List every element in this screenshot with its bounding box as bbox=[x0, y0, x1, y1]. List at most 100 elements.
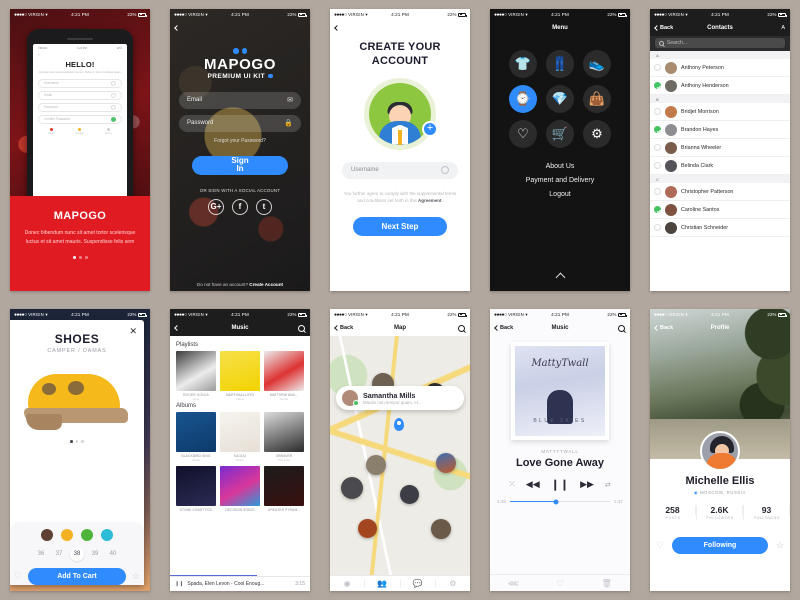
back-button[interactable] bbox=[174, 25, 180, 31]
following-button[interactable]: Following bbox=[672, 537, 768, 554]
next-icon[interactable]: ▶▶ bbox=[580, 479, 594, 490]
progress-slider[interactable] bbox=[509, 499, 611, 504]
select-checkbox[interactable] bbox=[654, 188, 661, 195]
bag-icon[interactable]: 👜 bbox=[583, 85, 611, 113]
table-row[interactable]: Caroline Santos bbox=[650, 201, 790, 219]
select-checkbox[interactable] bbox=[654, 206, 661, 213]
gear-icon[interactable]: ⚙ bbox=[436, 579, 470, 588]
stat-posts[interactable]: 258 POSTS bbox=[650, 505, 697, 520]
share-icon[interactable]: ⋘ bbox=[490, 579, 537, 588]
back-button[interactable]: Back bbox=[654, 25, 673, 31]
heart-icon[interactable]: ♡ bbox=[14, 571, 22, 582]
size-option-37[interactable]: 37 bbox=[52, 547, 66, 561]
google-plus-icon[interactable]: G+ bbox=[208, 198, 224, 215]
map-photo-bubble[interactable] bbox=[341, 476, 364, 499]
menu-link-payment-delivery[interactable]: Payment and Delivery bbox=[490, 177, 630, 184]
back-button[interactable] bbox=[334, 25, 340, 31]
size-option-38[interactable]: 38 bbox=[70, 547, 84, 561]
table-row[interactable]: Brianna Wheeler bbox=[650, 139, 790, 157]
star-icon[interactable]: ☆ bbox=[132, 571, 140, 582]
table-row[interactable]: Anthony Henderson bbox=[650, 77, 790, 95]
size-option-36[interactable]: 36 bbox=[34, 547, 48, 561]
list-item[interactable]: ROGER GOULA Ame bbox=[176, 351, 216, 401]
close-icon[interactable]: ✕ bbox=[129, 327, 137, 336]
list-item[interactable]: STONE COAST FOX bbox=[176, 466, 216, 512]
create-account-link[interactable]: Create Account bbox=[249, 282, 283, 287]
cart-icon[interactable]: 🛒 bbox=[546, 120, 574, 148]
trash-icon[interactable]: 🗑 bbox=[583, 579, 630, 588]
map-photo-bubble[interactable] bbox=[358, 519, 377, 539]
table-row[interactable]: Brandon Hayes bbox=[650, 121, 790, 139]
collapse-menu-button[interactable] bbox=[490, 272, 630, 283]
menu-link-about-us[interactable]: About Us bbox=[490, 163, 630, 170]
now-playing-bar[interactable]: ❙❙ Spada, Elen Levon - Cool Enoug... 3:1… bbox=[170, 576, 310, 591]
select-checkbox[interactable] bbox=[654, 224, 661, 231]
table-row[interactable]: Christopher Patterson bbox=[650, 183, 790, 201]
sign-in-button[interactable]: Sign In bbox=[192, 155, 288, 175]
color-swatch-yellow[interactable] bbox=[61, 529, 73, 541]
back-button[interactable]: Back bbox=[494, 325, 513, 331]
facebook-icon[interactable]: f bbox=[232, 198, 248, 215]
chat-icon[interactable]: 💬 bbox=[401, 579, 436, 588]
select-checkbox[interactable] bbox=[654, 126, 661, 133]
map-pin-icon[interactable] bbox=[394, 418, 405, 432]
select-checkbox[interactable] bbox=[654, 82, 661, 89]
mockup-back-icon[interactable]: ‹ bbox=[38, 52, 122, 57]
stat-following[interactable]: 93 FOLLOWING bbox=[744, 505, 790, 520]
map-user-card[interactable]: Samantha Mills Mauris non tempor quam, e… bbox=[336, 386, 464, 411]
table-row[interactable]: Bridjet Morrison bbox=[650, 103, 790, 121]
watch-icon[interactable]: ⌚ bbox=[509, 85, 537, 113]
twitter-icon[interactable]: t bbox=[256, 198, 272, 215]
select-checkbox[interactable] bbox=[654, 108, 661, 115]
table-row[interactable]: Christian Schneider bbox=[650, 219, 790, 237]
heart-icon[interactable]: ♡ bbox=[656, 540, 664, 551]
previous-icon[interactable]: ◀◀ bbox=[526, 479, 540, 490]
search-bar[interactable]: Search... bbox=[650, 36, 790, 51]
mockup-field-email[interactable]: Email bbox=[38, 90, 122, 100]
map-photo-bubble[interactable] bbox=[400, 484, 419, 504]
list-item[interactable]: KAGUU Mono bbox=[220, 412, 260, 462]
add-to-cart-button[interactable]: Add To Cart bbox=[28, 568, 126, 585]
search-button[interactable] bbox=[618, 324, 625, 332]
mockup-field-password[interactable]: Password bbox=[38, 102, 122, 112]
search-button[interactable] bbox=[298, 324, 305, 332]
password-field[interactable]: Password 🔒 bbox=[179, 114, 301, 132]
agreement-link[interactable]: Agreement bbox=[418, 198, 442, 203]
color-swatch-brown[interactable] bbox=[41, 529, 53, 541]
search-button[interactable] bbox=[458, 324, 465, 332]
image-pager[interactable] bbox=[18, 440, 136, 443]
username-field[interactable]: Username bbox=[342, 161, 458, 179]
menu-link-logout[interactable]: Logout bbox=[490, 191, 630, 198]
heart-icon[interactable]: ♡ bbox=[509, 120, 537, 148]
size-option-39[interactable]: 39 bbox=[88, 547, 102, 561]
select-checkbox[interactable] bbox=[654, 144, 661, 151]
table-row[interactable]: Anthony Peterson bbox=[650, 59, 790, 77]
select-checkbox[interactable] bbox=[654, 64, 661, 71]
email-field[interactable]: Email ✉ bbox=[179, 91, 301, 109]
mockup-field-confirm-password[interactable]: Confirm Password bbox=[38, 114, 122, 124]
necklace-icon[interactable]: 💎 bbox=[546, 85, 574, 113]
list-item[interactable]: OBRAVER The Four bbox=[264, 412, 304, 462]
color-swatch-green[interactable] bbox=[81, 529, 93, 541]
friends-icon[interactable]: 👥 bbox=[365, 579, 401, 588]
create-account-row[interactable]: Do not have an account? Create Account bbox=[170, 282, 310, 287]
list-item[interactable]: DECISION SPACE bbox=[220, 466, 260, 512]
color-swatch-blue[interactable] bbox=[101, 529, 113, 541]
next-step-button[interactable]: Next Step bbox=[353, 217, 447, 237]
shuffle-icon[interactable]: ⤫ bbox=[509, 481, 515, 489]
table-row[interactable]: Belinda Clark bbox=[650, 157, 790, 175]
back-button[interactable]: Back bbox=[654, 325, 673, 331]
list-item[interactable]: MARTHA&LLOYD Hexa bbox=[220, 351, 260, 401]
location-icon[interactable]: ◉ bbox=[330, 579, 366, 588]
avatar-picker[interactable]: + bbox=[364, 77, 438, 150]
shirt-icon[interactable]: 👕 bbox=[509, 50, 537, 78]
size-option-40[interactable]: 40 bbox=[106, 547, 120, 561]
stat-followers[interactable]: 2.6K FOLLOWERS bbox=[697, 505, 744, 520]
pants-icon[interactable]: 👖 bbox=[546, 50, 574, 78]
pause-icon[interactable]: ❙❙ bbox=[551, 478, 569, 491]
repeat-icon[interactable]: ⇄ bbox=[605, 481, 611, 489]
list-item[interactable]: MATTHEW AND... Tondo bbox=[264, 351, 304, 401]
map-photo-bubble[interactable] bbox=[430, 519, 451, 540]
heart-icon[interactable]: ♡ bbox=[537, 579, 584, 588]
select-checkbox[interactable] bbox=[654, 162, 661, 169]
